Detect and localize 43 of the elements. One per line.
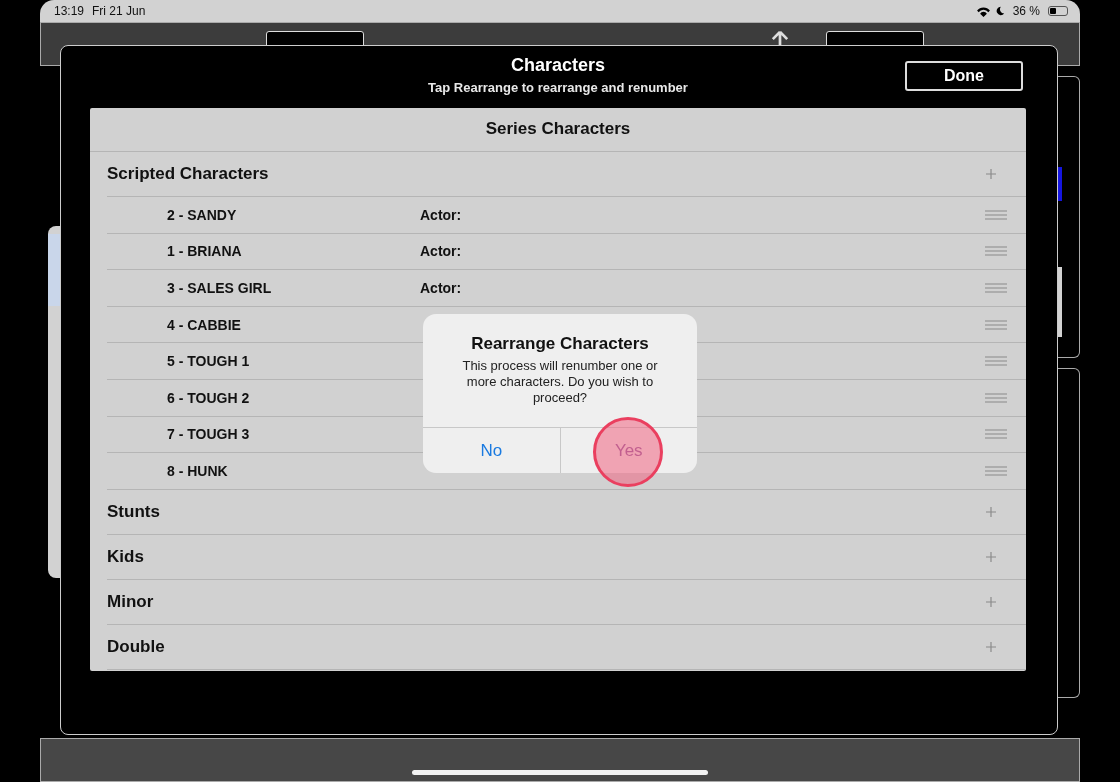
drag-handle-icon	[985, 283, 1007, 293]
actor-label: Actor:	[420, 206, 463, 223]
add-icon	[986, 506, 996, 517]
add-icon	[986, 596, 996, 607]
drag-handle-icon	[985, 465, 1007, 476]
alert-message: This process will renumber one or more characters. Do you wish to proceed?	[461, 358, 659, 406]
section-row[interactable]: Double	[107, 624, 1026, 670]
character-name: 7 - TOUGH 3	[167, 426, 251, 443]
panel-title: Series Characters	[90, 108, 1026, 152]
section-row[interactable]: Stunts	[107, 489, 1026, 535]
character-name: 4 - CABBIE	[167, 316, 242, 333]
section-row[interactable]: Kids	[107, 534, 1026, 580]
actor-label: Actor:	[420, 280, 463, 296]
add-icon	[986, 169, 996, 179]
character-name: 2 - SANDY	[167, 206, 238, 223]
modal-subtitle: Tap Rearrange to rearrange and renumber	[428, 80, 688, 95]
character-name: 6 - TOUGH 2	[167, 389, 251, 406]
status-time: 13:19	[54, 4, 85, 18]
done-button[interactable]: Done	[905, 61, 1023, 91]
drag-handle-icon	[985, 209, 1007, 220]
character-name: 8 - HUNK	[167, 462, 229, 479]
drag-handle-icon	[985, 356, 1007, 367]
status-date: Fri 21 Jun	[92, 4, 146, 18]
battery-icon	[1048, 6, 1068, 16]
add-icon	[986, 641, 996, 652]
drag-handle-icon	[985, 429, 1007, 440]
alert-button[interactable]: No	[423, 428, 560, 473]
character-name: 5 - TOUGH 1	[167, 353, 251, 370]
character-name: 3 - SALES GIRL	[167, 280, 273, 296]
drag-handle-icon	[985, 246, 1007, 257]
drag-handle-icon	[985, 392, 1007, 403]
list-item[interactable]	[48, 234, 60, 306]
add-icon	[986, 551, 996, 562]
modal-title: Characters	[510, 55, 606, 76]
moon-icon	[994, 6, 1005, 16]
alert-title: Rearrange Characters	[471, 334, 649, 354]
battery-percent: 36 %	[1012, 4, 1040, 18]
section-row[interactable]: Scripted Characters	[107, 152, 1026, 197]
wifi-icon	[975, 5, 991, 17]
actor-label: Actor:	[420, 243, 463, 260]
section-row[interactable]: Minor	[107, 579, 1026, 625]
character-name: 1 - BRIANA	[167, 243, 243, 260]
drag-handle-icon	[985, 319, 1007, 330]
